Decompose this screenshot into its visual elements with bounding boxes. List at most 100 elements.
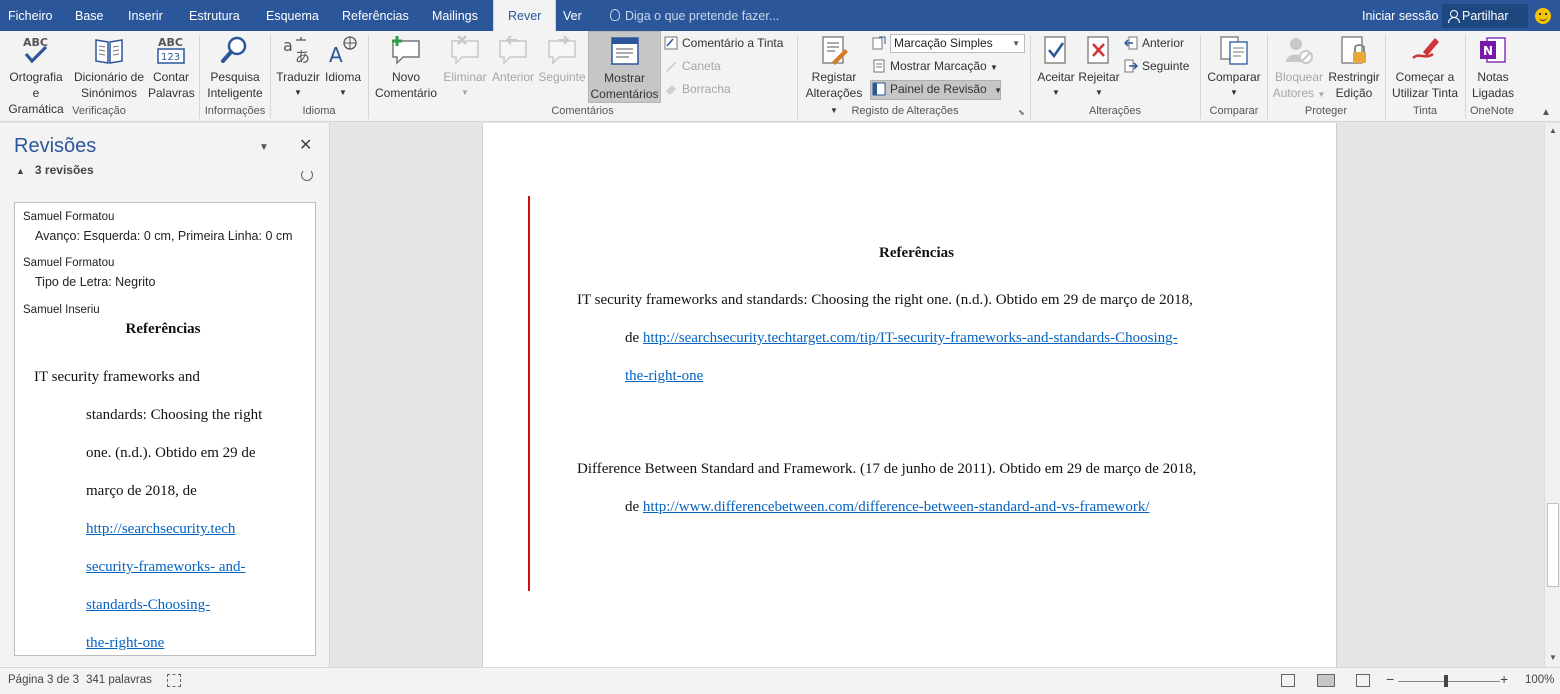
revision-author[interactable]: Samuel Formatou [23,211,114,223]
scroll-up-icon[interactable]: ▲ [1549,126,1557,135]
scroll-down-icon[interactable]: ▼ [1549,653,1557,662]
inserted-link-line[interactable]: security-frameworks- and- [86,559,246,576]
tab-esquema[interactable]: Esquema [266,0,319,31]
reviewing-pane-button[interactable]: Painel de Revisão ▼ [872,79,1002,99]
reject-button[interactable]: Rejeitar ▼ [1078,31,1120,103]
print-layout-icon[interactable] [1317,674,1335,687]
spelling-grammar-button[interactable]: ABC Ortografia e Gramática [4,31,68,116]
tab-referencias[interactable]: Referências [342,0,409,31]
dropdown-arrow-icon: ▼ [461,88,469,97]
translate-button[interactable]: aあ Traduzir ▼ [274,31,322,103]
page-indicator[interactable]: Página 3 de 3 [8,674,79,686]
inserted-link-line[interactable]: http://searchsecurity.tech [86,521,235,538]
next-comment-label: Seguinte [538,70,586,84]
inserted-link-line[interactable]: standards-Choosing- [86,597,210,614]
start-inking-button[interactable]: Começar a Utilizar Tinta [1389,31,1461,103]
pane-options-chevron-icon[interactable]: ▼ [259,142,269,153]
refresh-icon[interactable] [301,169,313,181]
ribbon-rever: ABC Ortografia e Gramática Dicionário de S… [0,31,1560,122]
show-markup-icon [872,59,886,73]
track-changes-icon [818,34,850,66]
previous-change-icon [1123,36,1138,50]
revision-author[interactable]: Samuel Formatou [23,257,114,269]
zoom-in-icon[interactable]: + [1500,671,1508,687]
new-comment-button[interactable]: Novo Comentário [372,31,440,103]
revisions-count[interactable]: ▲ 3 revisões [16,163,94,177]
accept-button[interactable]: Aceitar ▼ [1034,31,1078,103]
new-comment-icon [390,34,422,66]
delete-comment-button[interactable]: Eliminar ▼ [441,31,489,103]
reference-1-text: IT security frameworks and standards: Ch… [577,292,1193,308]
reference-1-de-text: de [625,330,640,346]
block-authors-button[interactable]: Bloquear Autores ▼ [1271,31,1327,103]
language-button[interactable]: A Idioma ▼ [322,31,364,103]
next-comment-button[interactable]: Seguinte [537,31,587,103]
svg-text:123: 123 [161,52,180,63]
svg-text:ABC: ABC [158,36,183,49]
tab-base[interactable]: Base [75,0,104,31]
zoom-level[interactable]: 100% [1525,674,1554,686]
zoom-out-icon[interactable]: − [1386,671,1394,687]
thesaurus-button[interactable]: Dicionário de Sinónimos [72,31,146,103]
inserted-link-line[interactable]: the-right-one [86,635,164,652]
tab-estrutura[interactable]: Estrutura [189,0,240,31]
read-mode-icon[interactable] [1281,674,1295,687]
lightbulb-icon [610,9,620,21]
tab-ficheiro[interactable]: Ficheiro [8,0,52,31]
smart-lookup-button[interactable]: Pesquisa Inteligente [204,31,266,103]
document-page[interactable] [482,123,1337,667]
ink-comment-button[interactable]: Comentário a Tinta [664,33,783,53]
track-changes-label-1: Registar [811,70,857,84]
tab-ver[interactable]: Ver [563,0,582,31]
reference-2-text: Difference Between Standard and Framewor… [577,461,1197,477]
word-count-button[interactable]: ABC 123 Contar Palavras [148,31,195,103]
tell-me-box[interactable]: Diga o que pretende fazer... [610,0,779,31]
previous-comment-button[interactable]: Anterior [489,31,537,103]
track-changes-button[interactable]: Registar Alterações ▼ [801,31,867,115]
dialog-launcher-icon[interactable]: ⬊ [1018,108,1025,117]
tab-mailings[interactable]: Mailings [432,0,478,31]
pane-close-icon[interactable]: ✕ [299,135,312,155]
markup-display-select[interactable]: Marcação Simples ▼ [890,34,1025,53]
tab-rever[interactable]: Rever [493,0,557,31]
web-layout-icon[interactable] [1356,674,1370,687]
ink-comment-icon [664,36,678,50]
delete-comment-icon [449,34,481,66]
proofing-status-icon[interactable] [167,674,181,687]
restrict-editing-button[interactable]: Restringir Edição [1327,31,1381,103]
feedback-smiley-icon[interactable] [1535,8,1551,24]
reference-2-link[interactable]: http://www.differencebetween.com/differe… [643,499,1150,515]
zoom-slider-thumb[interactable] [1444,675,1448,687]
translate-label: Traduzir [276,70,320,84]
reference-1-link-cont[interactable]: the-right-one [625,368,703,385]
reference-1-link[interactable]: http://searchsecurity.techtarget.com/tip… [643,330,1178,346]
show-comments-button[interactable]: Mostrar Comentários [588,31,661,103]
next-change-button[interactable]: Seguinte [1124,56,1189,76]
revision-author[interactable]: Samuel Inseriu [23,304,100,316]
translate-icon: aあ [282,34,314,66]
linked-notes-button[interactable]: N Notas Ligadas [1469,31,1517,103]
next-change-label: Seguinte [1142,59,1190,73]
share-button[interactable]: Partilhar [1442,4,1528,28]
word-count-indicator[interactable]: 341 palavras [86,674,152,686]
sign-in-link[interactable]: Iniciar sessão [1362,0,1438,33]
pen-button[interactable]: Caneta [664,56,721,76]
linked-notes-label-1: Notas [1477,70,1509,84]
zoom-slider[interactable] [1398,681,1500,682]
group-label-registo: Registo de Alterações [851,105,959,117]
language-label: Idioma [324,70,362,84]
scroll-thumb[interactable] [1547,503,1559,587]
previous-change-button[interactable]: Anterior [1123,33,1184,53]
inserted-text-line: standards: Choosing the right [86,407,263,423]
eraser-button[interactable]: Borracha [664,79,731,99]
collapse-ribbon-icon[interactable]: ▲ [1541,107,1551,118]
magnifier-icon [219,34,251,66]
show-markup-button[interactable]: Mostrar Marcação ▼ [872,56,998,76]
tab-inserir[interactable]: Inserir [128,0,163,31]
compare-button[interactable]: Comparar ▼ [1204,31,1264,103]
dropdown-arrow-icon: ▼ [339,88,347,97]
revisions-list[interactable]: Samuel Formatou Avanço: Esquerda: 0 cm, … [14,202,316,656]
vertical-scrollbar[interactable]: ▲ ▼ [1544,123,1560,667]
eraser-icon [664,82,678,96]
new-comment-label-2: Comentário [374,86,438,100]
